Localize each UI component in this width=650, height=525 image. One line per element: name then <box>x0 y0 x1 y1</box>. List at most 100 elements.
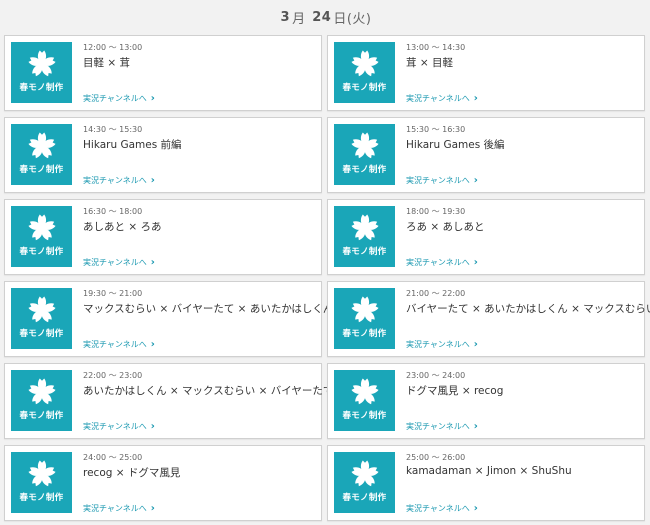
sakura-icon <box>350 214 379 241</box>
chevron-right-icon: › <box>473 420 478 432</box>
channel-link[interactable]: 実況チャンネルへ › <box>83 503 155 514</box>
brand-label: 春モノ制作 <box>19 493 64 503</box>
chevron-right-icon: › <box>473 338 478 350</box>
month-number: 3 <box>280 9 291 25</box>
brand-label: 春モノ制作 <box>342 83 387 93</box>
time-range: 21:00 ～ 22:00 <box>406 289 466 298</box>
program-title: あしあと × ろあ <box>83 221 162 233</box>
time-range: 13:00 ～ 14:30 <box>406 43 466 52</box>
chevron-right-icon: › <box>150 502 155 514</box>
day-number: 24 <box>312 9 332 25</box>
channel-link-label: 実況チャンネルへ <box>406 258 470 267</box>
brand-label: 春モノ制作 <box>342 493 387 503</box>
channel-link[interactable]: 実況チャンネルへ › <box>83 421 155 432</box>
brand-label: 春モノ制作 <box>19 411 64 421</box>
channel-link[interactable]: 実況チャンネルへ › <box>83 175 155 186</box>
brand-logo[interactable]: 春モノ制作 <box>11 42 72 103</box>
time-range: 15:30 ～ 16:30 <box>406 125 466 134</box>
schedule-card-2: 春モノ制作 13:00 ～ 14:30 茸 × 目軽 実況チャンネルへ › <box>327 35 645 111</box>
schedule-card-8: 春モノ制作 21:00 ～ 22:00 バイヤーたて × あいたかはしくん × … <box>327 281 650 357</box>
channel-link[interactable]: 実況チャンネルへ › <box>406 503 478 514</box>
channel-link-label: 実況チャンネルへ <box>83 176 147 185</box>
brand-label: 春モノ制作 <box>19 165 64 175</box>
schedule-card-11: 春モノ制作 24:00 ～ 25:00 recog × ドグマ風見 実況チャンネ… <box>4 445 322 521</box>
sakura-icon <box>27 460 56 487</box>
sakura-icon <box>350 50 379 77</box>
weekday: (火) <box>346 11 372 27</box>
chevron-right-icon: › <box>150 256 155 268</box>
sakura-icon <box>350 378 379 405</box>
time-range: 19:30 ～ 21:00 <box>83 289 143 298</box>
brand-label: 春モノ制作 <box>342 247 387 257</box>
channel-link-label: 実況チャンネルへ <box>406 94 470 103</box>
program-title: Hikaru Games 後編 <box>406 139 505 151</box>
brand-logo[interactable]: 春モノ制作 <box>334 288 395 349</box>
channel-link[interactable]: 実況チャンネルへ › <box>406 257 478 268</box>
sakura-icon <box>27 296 56 323</box>
sakura-icon <box>350 460 379 487</box>
program-title: バイヤーたて × あいたかはしくん × マックスむらい <box>406 303 650 315</box>
time-range: 24:00 ～ 25:00 <box>83 453 143 462</box>
chevron-right-icon: › <box>473 174 478 186</box>
brand-logo[interactable]: 春モノ制作 <box>11 370 72 431</box>
channel-link[interactable]: 実況チャンネルへ › <box>406 93 478 104</box>
channel-link-label: 実況チャンネルへ <box>406 504 470 513</box>
sakura-icon <box>27 378 56 405</box>
schedule-card-10: 春モノ制作 23:00 ～ 24:00 ドグマ風見 × recog 実況チャンネ… <box>327 363 645 439</box>
program-title: 茸 × 目軽 <box>406 57 453 69</box>
channel-link[interactable]: 実況チャンネルへ › <box>83 93 155 104</box>
brand-label: 春モノ制作 <box>19 83 64 93</box>
brand-logo[interactable]: 春モノ制作 <box>334 370 395 431</box>
brand-logo[interactable]: 春モノ制作 <box>334 124 395 185</box>
program-title: ろあ × あしあと <box>406 221 485 233</box>
time-range: 12:00 ～ 13:00 <box>83 43 143 52</box>
month-unit: 月 <box>292 11 306 27</box>
program-title: 目軽 × 茸 <box>83 57 130 69</box>
brand-logo[interactable]: 春モノ制作 <box>11 452 72 513</box>
time-range: 22:00 ～ 23:00 <box>83 371 143 380</box>
chevron-right-icon: › <box>150 420 155 432</box>
time-range: 25:00 ～ 26:00 <box>406 453 466 462</box>
brand-logo[interactable]: 春モノ制作 <box>11 288 72 349</box>
chevron-right-icon: › <box>150 174 155 186</box>
channel-link-label: 実況チャンネルへ <box>406 422 470 431</box>
channel-link-label: 実況チャンネルへ <box>83 422 147 431</box>
channel-link-label: 実況チャンネルへ <box>83 504 147 513</box>
channel-link[interactable]: 実況チャンネルへ › <box>83 339 155 350</box>
program-title: Hikaru Games 前編 <box>83 139 182 151</box>
schedule-grid: 春モノ制作 12:00 ～ 13:00 目軽 × 茸 実況チャンネルへ › 春モ… <box>4 35 650 521</box>
schedule-card-9: 春モノ制作 22:00 ～ 23:00 あいたかはしくん × マックスむらい ×… <box>4 363 333 439</box>
program-title: マックスむらい × バイヤーたて × あいたかはしくん <box>83 303 334 315</box>
schedule-card-7: 春モノ制作 19:30 ～ 21:00 マックスむらい × バイヤーたて × あ… <box>4 281 333 357</box>
chevron-right-icon: › <box>473 256 478 268</box>
program-title: kamadaman × Jimon × ShuShu <box>406 465 572 477</box>
channel-link[interactable]: 実況チャンネルへ › <box>406 175 478 186</box>
channel-link[interactable]: 実況チャンネルへ › <box>406 421 478 432</box>
brand-logo[interactable]: 春モノ制作 <box>334 206 395 267</box>
program-title: recog × ドグマ風見 <box>83 467 181 479</box>
day-unit: 日 <box>333 11 347 27</box>
schedule-card-4: 春モノ制作 15:30 ～ 16:30 Hikaru Games 後編 実況チャ… <box>327 117 645 193</box>
schedule-card-3: 春モノ制作 14:30 ～ 15:30 Hikaru Games 前編 実況チャ… <box>4 117 322 193</box>
time-range: 18:00 ～ 19:30 <box>406 207 466 216</box>
brand-logo[interactable]: 春モノ制作 <box>334 42 395 103</box>
brand-logo[interactable]: 春モノ制作 <box>11 206 72 267</box>
schedule-card-12: 春モノ制作 25:00 ～ 26:00 kamadaman × Jimon × … <box>327 445 645 521</box>
time-range: 16:30 ～ 18:00 <box>83 207 143 216</box>
brand-label: 春モノ制作 <box>342 165 387 175</box>
brand-logo[interactable]: 春モノ制作 <box>11 124 72 185</box>
sakura-icon <box>350 296 379 323</box>
channel-link-label: 実況チャンネルへ <box>406 340 470 349</box>
chevron-right-icon: › <box>473 502 478 514</box>
brand-logo[interactable]: 春モノ制作 <box>334 452 395 513</box>
sakura-icon <box>27 132 56 159</box>
channel-link-label: 実況チャンネルへ <box>406 176 470 185</box>
schedule-card-1: 春モノ制作 12:00 ～ 13:00 目軽 × 茸 実況チャンネルへ › <box>4 35 322 111</box>
channel-link[interactable]: 実況チャンネルへ › <box>83 257 155 268</box>
date-header: 3 月 24 日 (火) <box>0 0 650 34</box>
time-range: 23:00 ～ 24:00 <box>406 371 466 380</box>
chevron-right-icon: › <box>473 92 478 104</box>
brand-label: 春モノ制作 <box>19 247 64 257</box>
brand-label: 春モノ制作 <box>342 329 387 339</box>
channel-link[interactable]: 実況チャンネルへ › <box>406 339 478 350</box>
